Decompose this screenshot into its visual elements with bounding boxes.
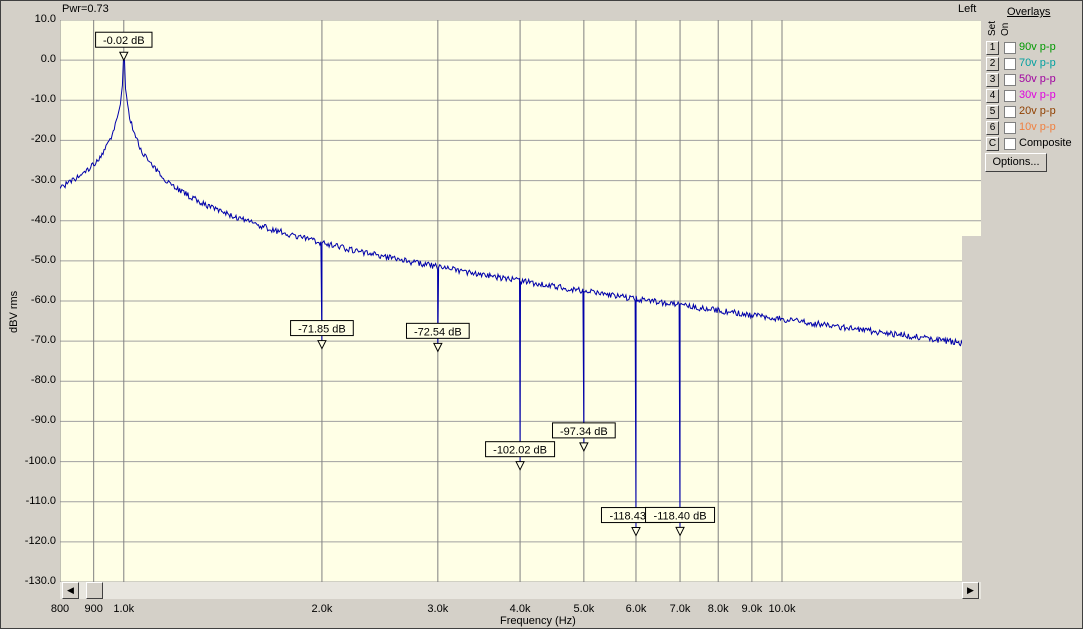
x-tick-label: 800 (50, 603, 70, 615)
x-tick-label: 7.0k (669, 603, 691, 615)
overlay-label: 90v p-p (1019, 41, 1056, 53)
y-tick-label: 0.0 (40, 53, 56, 66)
plot-area[interactable]: -0.02 dB -71.85 dB -72.54 dB -102.02 dB -97.… (60, 20, 981, 582)
overlay-set-button[interactable]: 5 (986, 105, 999, 119)
overlay-set-button[interactable]: 2 (986, 57, 999, 71)
set-column-label: Set (987, 20, 998, 36)
y-tick-label: -100.0 (24, 454, 56, 467)
x-tick-label: 5.0k (573, 603, 595, 615)
peak-markers: -0.02 dB -71.85 dB -72.54 dB -102.02 dB -97.… (95, 31, 716, 537)
overlay-label: 50v p-p (1019, 73, 1056, 85)
y-tick-label: -120.0 (24, 534, 56, 547)
y-tick-label: -130.0 (24, 575, 56, 587)
horizontal-scrollbar[interactable]: ◀ ▶ (60, 582, 981, 599)
overlay-panel: Set On Overlays 1 90v p-p 2 70v p-p 3 50v p-p… (983, 0, 1083, 180)
plot-right-edge (962, 236, 981, 582)
overlay-on-checkbox[interactable] (1004, 138, 1016, 150)
overlay-on-checkbox[interactable] (1004, 42, 1016, 54)
y-tick-label: -70.0 (30, 334, 56, 347)
overlay-set-button[interactable]: 6 (986, 121, 999, 135)
overlay-on-checkbox[interactable] (1004, 74, 1016, 86)
overlay-label: 70v p-p (1019, 57, 1056, 69)
overlay-on-checkbox[interactable] (1004, 122, 1016, 134)
peak-marker (118, 51, 129, 62)
x-tick-label: 10.0k (768, 603, 796, 615)
overlay-set-button[interactable]: 4 (986, 89, 999, 103)
overlay-label: Composite (1019, 137, 1072, 149)
x-tick-label: 4.0k (509, 603, 531, 615)
y-tick-label: -40.0 (30, 213, 56, 226)
on-column-label: On (1000, 22, 1011, 36)
spectrum-chart[interactable]: -0.02 dB -71.85 dB -72.54 dB -102.02 dB -97.… (60, 20, 981, 582)
scroll-thumb[interactable] (86, 582, 103, 599)
x-tick-label: 2.0k (311, 603, 333, 615)
peak-marker (675, 526, 685, 537)
y-tick-label: 10.0 (34, 13, 56, 25)
x-axis-title: Frequency (Hz) (500, 615, 576, 627)
peak-label: -72.54 dB (414, 326, 462, 338)
channel-label: Left (958, 3, 977, 15)
y-tick-label: -50.0 (30, 253, 56, 266)
overlay-label: 20v p-p (1019, 105, 1056, 117)
peak-label: -102.02 dB (493, 445, 547, 457)
x-tick-label: 900 (84, 603, 103, 615)
y-tick-label: -90.0 (30, 414, 56, 427)
y-tick-label: -110.0 (25, 494, 56, 507)
y-tick-label: -20.0 (30, 133, 56, 146)
peak-label: -97.34 dB (560, 426, 608, 438)
y-axis-title: dBV rms (8, 290, 20, 333)
peak-marker (515, 461, 525, 471)
overlay-set-button[interactable]: 3 (986, 73, 999, 87)
peak-marker (631, 527, 641, 537)
overlay-set-button[interactable]: 1 (986, 41, 999, 55)
x-tick-label: 8.0k (707, 603, 729, 615)
peak-marker (433, 342, 443, 353)
peak-label: -118.40 dB (654, 510, 707, 522)
x-tick-label: 6.0k (625, 603, 647, 615)
peak-marker (579, 442, 589, 453)
power-readout: Pwr=0.73 (62, 3, 109, 15)
x-tick-label: 1.0k (113, 603, 135, 615)
overlay-label: 10v p-p (1019, 121, 1056, 133)
overlay-on-checkbox[interactable] (1004, 106, 1016, 118)
overlay-label: 30v p-p (1019, 89, 1056, 101)
overlay-set-button[interactable]: C (986, 137, 999, 151)
x-tick-label: 9.0k (741, 603, 763, 615)
options-button[interactable]: Options... (985, 153, 1047, 172)
y-tick-label: -30.0 (30, 173, 56, 186)
overlay-on-checkbox[interactable] (1004, 90, 1016, 102)
peak-label: -71.85 dB (298, 324, 346, 336)
peak-marker (317, 340, 327, 350)
peak-label: -0.02 dB (103, 35, 145, 47)
scroll-left-button[interactable]: ◀ (62, 582, 79, 599)
overlay-on-checkbox[interactable] (1004, 58, 1016, 70)
overlays-title: Overlays (1007, 6, 1051, 18)
scroll-right-button[interactable]: ▶ (962, 582, 979, 599)
x-tick-label: 3.0k (427, 603, 449, 615)
y-tick-label: -10.0 (30, 93, 56, 106)
y-tick-label: -80.0 (30, 374, 56, 387)
